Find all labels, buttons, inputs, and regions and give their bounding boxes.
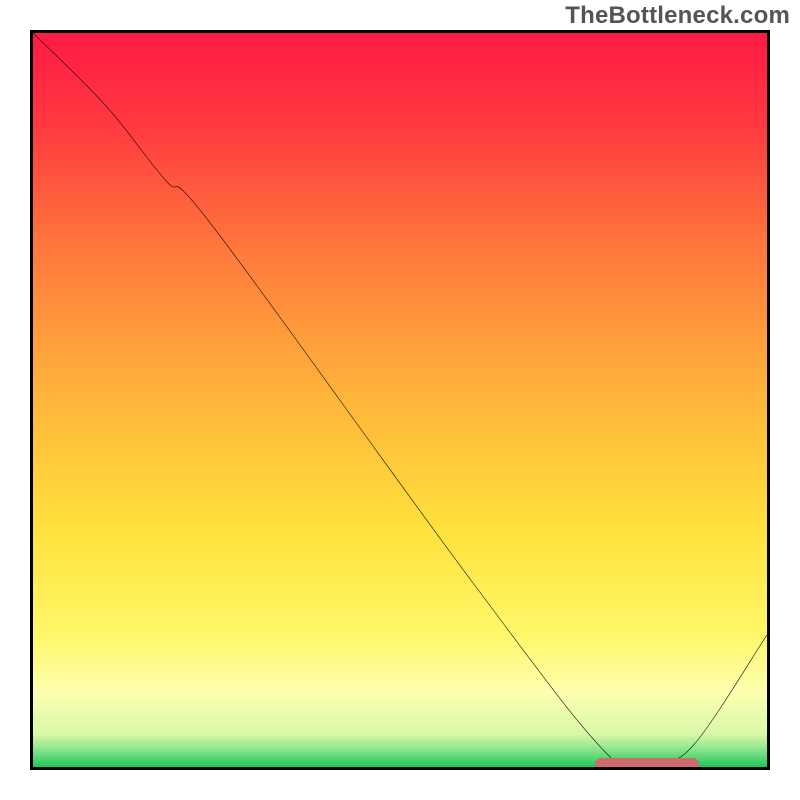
optimal-range-marker: [595, 758, 699, 770]
bottleneck-curve: [33, 33, 767, 767]
watermark-text: TheBottleneck.com: [565, 2, 790, 30]
chart-plot-area: [30, 30, 770, 770]
